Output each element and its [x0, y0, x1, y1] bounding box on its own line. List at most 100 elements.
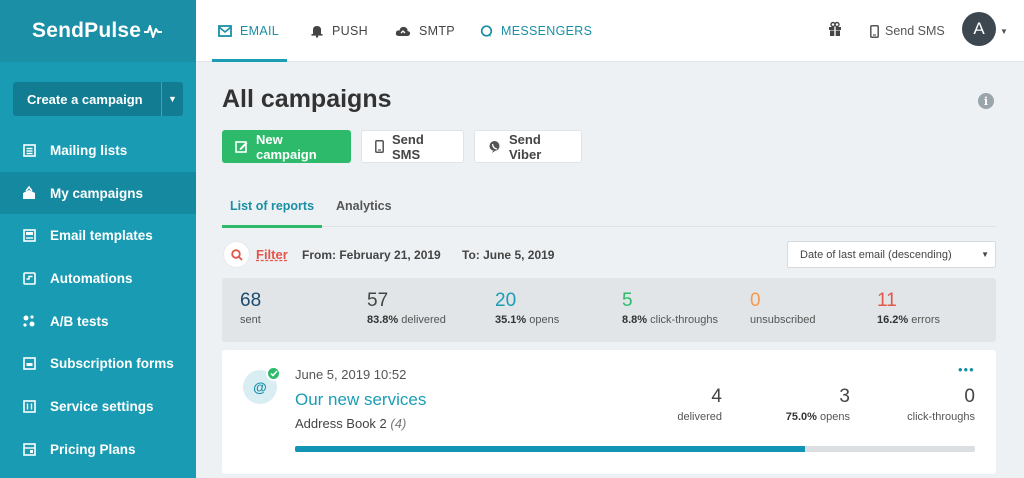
chevron-down-icon[interactable]: ▼ [1000, 27, 1008, 36]
sidebar-item-label: Automations [50, 270, 133, 286]
sidebar-item-pricing-plans[interactable]: Pricing Plans [0, 428, 196, 471]
send-sms-label: Send SMS [392, 131, 424, 162]
stat-sent-number: 68 [240, 290, 262, 311]
sort-select[interactable]: Date of last email (descending) ▼ [787, 241, 996, 268]
top-navigation: EMAIL PUSH SMTP MESSENGERS Send SMS A ▼ [196, 0, 1024, 62]
campaign-card: @ June 5, 2019 10:52 Our new services Ad… [222, 350, 996, 474]
pulse-logo-icon [144, 24, 163, 38]
chevron-down-icon: ▼ [981, 250, 989, 259]
sidebar-item-label: A/B tests [50, 313, 109, 329]
sidebar-item-service-settings[interactable]: Service settings [0, 385, 196, 428]
chevron-down-icon[interactable]: ▼ [161, 82, 183, 116]
campaigns-icon [22, 186, 36, 200]
sidebar-item-label: Email templates [50, 228, 153, 244]
campaign-clicks-label: click-throughs [907, 411, 975, 423]
stat-errors-number: 11 [877, 290, 897, 311]
stat-errors: 11 16.2% errors [877, 290, 940, 326]
sort-select-value: Date of last email (descending) [800, 248, 952, 261]
stat-sent: 68 sent [240, 290, 261, 326]
create-campaign-button[interactable]: Create a campaign ▼ [13, 82, 183, 116]
address-book-count: (4) [390, 416, 407, 431]
sidebar-item-label: Subscription forms [50, 356, 174, 372]
stat-unsub-number: 0 [750, 290, 761, 311]
gift-icon[interactable] [828, 21, 842, 40]
send-sms-top-button[interactable]: Send SMS [870, 0, 945, 62]
date-to: To: June 5, 2019 [462, 248, 555, 262]
tab-email[interactable]: EMAIL [211, 0, 288, 62]
tab-list-of-reports[interactable]: List of reports [222, 185, 323, 228]
sidebar-item-ab-tests[interactable]: A/B tests [0, 300, 196, 343]
stat-opens: 20 35.1% opens [495, 290, 559, 326]
sidebar-nav: Mailing lists My campaigns Email templat… [0, 129, 196, 471]
mailing-list-icon [22, 143, 36, 157]
new-campaign-label: New campaign [256, 131, 317, 162]
sidebar-item-label: Service settings [50, 398, 154, 414]
pricing-icon [22, 442, 36, 456]
campaign-opens-pct: 75.0% [785, 411, 817, 423]
campaign-opens-label: opens [820, 411, 850, 423]
search-icon[interactable] [223, 241, 250, 268]
tab-analytics[interactable]: Analytics [336, 185, 392, 227]
send-sms-button[interactable]: Send SMS [361, 130, 464, 163]
sidebar-item-subscription-forms[interactable]: Subscription forms [0, 342, 196, 385]
sidebar-item-label: Mailing lists [50, 142, 128, 158]
tab-messengers[interactable]: MESSENGERS [480, 0, 592, 62]
stat-delivered-label: delivered [401, 314, 446, 326]
campaign-title-link[interactable]: Our new services [295, 390, 426, 410]
sidebar: SendPulse Create a campaign ▼ Mailing li… [0, 0, 196, 478]
campaign-address-book: Address Book 2 (4) [295, 416, 406, 431]
campaign-delivered-label: delivered [677, 411, 722, 423]
stat-clicks: 5 8.8% click-throughs [622, 290, 718, 326]
send-viber-button[interactable]: Send Viber [474, 130, 582, 163]
sidebar-item-my-campaigns[interactable]: My campaigns [0, 171, 196, 215]
create-campaign-label: Create a campaign [27, 91, 143, 107]
campaign-stat-clicks: 0 click-throughs [895, 386, 975, 423]
email-icon [218, 25, 232, 37]
viber-icon [488, 140, 501, 153]
avatar[interactable]: A [962, 12, 996, 46]
new-campaign-button[interactable]: New campaign [222, 130, 351, 163]
stat-clicks-label: click-throughs [650, 314, 718, 326]
stat-clicks-pct: 8.8% [622, 314, 648, 326]
stat-opens-label: opens [529, 314, 560, 326]
settings-icon [22, 399, 36, 413]
send-viber-label: Send Viber [509, 131, 542, 162]
stat-opens-pct: 35.1% [495, 314, 527, 326]
campaign-clicks-number: 0 [964, 386, 975, 407]
logo[interactable]: SendPulse [0, 0, 196, 62]
more-options-icon[interactable]: ••• [958, 362, 975, 377]
filter-link[interactable]: Filter [256, 247, 288, 262]
sidebar-item-automations[interactable]: Automations [0, 257, 196, 300]
tab-push-label: PUSH [332, 24, 368, 38]
sidebar-item-label: Pricing Plans [50, 441, 136, 457]
tab-smtp-label: SMTP [419, 24, 455, 38]
stat-opens-number: 20 [495, 290, 517, 311]
bell-icon [310, 24, 324, 38]
filter-bar: Filter From: February 21, 2019 To: June … [222, 240, 996, 270]
address-book-name: Address Book 2 [295, 416, 387, 431]
summary-stats: 68 sent 57 83.8% delivered 20 35.1% open… [222, 278, 996, 342]
tab-push[interactable]: PUSH [310, 0, 368, 62]
campaign-date: June 5, 2019 10:52 [295, 367, 407, 382]
campaign-progress-bar [295, 446, 975, 452]
template-icon [22, 229, 36, 243]
tab-smtp[interactable]: SMTP [395, 0, 455, 62]
check-icon [266, 366, 281, 381]
form-icon [22, 357, 36, 371]
info-icon[interactable]: i [978, 93, 994, 109]
action-buttons: New campaign Send SMS Send Viber [222, 130, 582, 163]
stat-delivered-number: 57 [367, 290, 389, 311]
campaign-progress-fill [295, 446, 805, 452]
tab-email-label: EMAIL [240, 24, 280, 38]
sidebar-item-label: My campaigns [50, 185, 144, 201]
send-sms-top-label: Send SMS [885, 24, 945, 38]
date-from: From: February 21, 2019 [302, 248, 441, 262]
brand-name: SendPulse [32, 19, 142, 42]
sidebar-item-mailing-lists[interactable]: Mailing lists [0, 129, 196, 172]
stat-errors-label: errors [911, 314, 940, 326]
stat-errors-pct: 16.2% [877, 314, 909, 326]
report-tabs: List of reports Analytics [222, 185, 996, 228]
sidebar-item-email-templates[interactable]: Email templates [0, 214, 196, 257]
chat-icon [480, 24, 493, 38]
campaign-stat-opens: 3 75.0% opens [770, 386, 850, 423]
